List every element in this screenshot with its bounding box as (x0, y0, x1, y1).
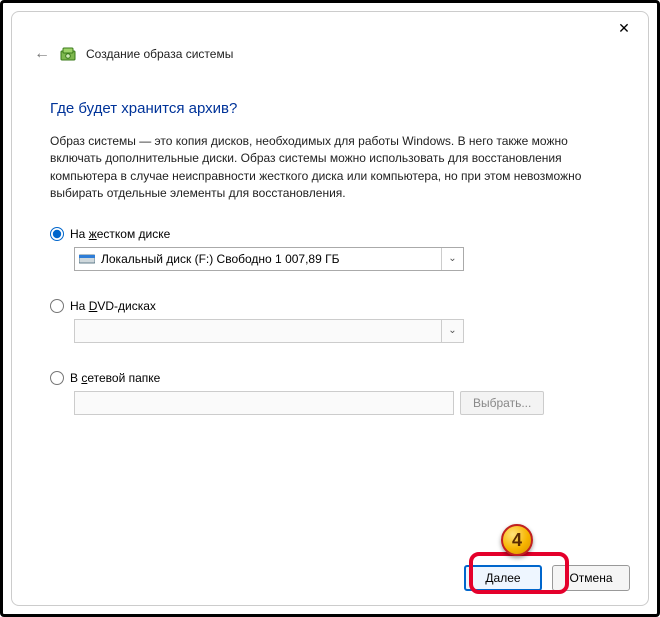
chevron-down-icon[interactable]: ⌄ (441, 248, 463, 270)
radio-network-input[interactable] (50, 371, 64, 385)
network-path-input (74, 391, 454, 415)
radio-dvd-input[interactable] (50, 299, 64, 313)
radio-hard-drive-label: На жестком диске (70, 227, 170, 241)
back-arrow-icon[interactable]: ← (34, 46, 50, 62)
dialog-window: ✕ ← Создание образа системы Где будет хр… (11, 11, 649, 606)
radio-hard-drive[interactable]: На жестком диске (50, 227, 610, 241)
hard-drive-icon (79, 253, 95, 265)
window-title: Создание образа системы (86, 47, 233, 61)
radio-hard-drive-input[interactable] (50, 227, 64, 241)
hard-drive-select[interactable]: Локальный диск (F:) Свободно 1 007,89 ГБ… (74, 247, 464, 271)
next-button[interactable]: Далее (464, 565, 542, 591)
cancel-button[interactable]: Отмена (552, 565, 630, 591)
header: ← Создание образа системы (12, 12, 648, 68)
radio-network[interactable]: В сетевой папке (50, 371, 610, 385)
dvd-select: ⌄ (74, 319, 464, 343)
page-description: Образ системы — это копия дисков, необхо… (50, 133, 610, 203)
option-dvd: На DVD-дисках ⌄ (50, 299, 610, 343)
footer: Далее Отмена (464, 565, 630, 591)
browse-button: Выбрать... (460, 391, 544, 415)
option-hard-drive: На жестком диске Локальный диск (F:) Сво… (50, 227, 610, 271)
chevron-down-icon: ⌄ (441, 320, 463, 342)
option-network: В сетевой папке Выбрать... (50, 371, 610, 415)
radio-dvd-label: На DVD-дисках (70, 299, 156, 313)
radio-dvd[interactable]: На DVD-дисках (50, 299, 610, 313)
close-icon[interactable]: ✕ (614, 18, 634, 38)
page-heading: Где будет хранится архив? (50, 100, 610, 117)
system-image-icon (60, 46, 76, 62)
hard-drive-selected: Локальный диск (F:) Свободно 1 007,89 ГБ (101, 252, 339, 266)
radio-network-label: В сетевой папке (70, 371, 160, 385)
